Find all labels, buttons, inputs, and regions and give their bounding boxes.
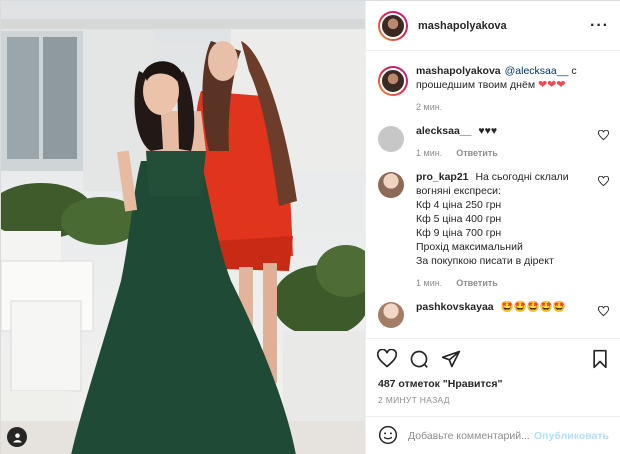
comment-text: 🤩🤩🤩🤩🤩	[500, 301, 566, 313]
caption-row: mashapolyakova @alecksaa__ с прошедшим тв…	[378, 64, 609, 114]
caption-avatar[interactable]	[378, 66, 408, 96]
share-paper-plane-icon[interactable]	[440, 348, 462, 370]
reply-button[interactable]: Ответить	[456, 276, 498, 290]
comment-time[interactable]: 1 мин.	[416, 146, 442, 160]
more-options-icon[interactable]: ···	[590, 17, 609, 35]
tagged-users-icon[interactable]	[7, 427, 27, 447]
reply-button[interactable]: Ответить	[456, 146, 498, 160]
author-avatar[interactable]	[378, 10, 408, 41]
like-heart-icon[interactable]	[376, 348, 398, 370]
add-comment-bar: Добавьте комментарий... Опубликовать	[366, 416, 620, 454]
caption-mention[interactable]: @alecksaa__	[505, 65, 569, 77]
comment-time[interactable]: 1 мин.	[416, 276, 442, 290]
caption-body: mashapolyakova @alecksaa__ с прошедшим тв…	[416, 64, 609, 114]
save-bookmark-icon[interactable]	[589, 348, 611, 370]
comment-username[interactable]: pro_kap21	[416, 171, 469, 183]
comment-text: На сьогодні склали вогняні експреси: Кф …	[416, 171, 569, 267]
like-comment-heart-icon[interactable]	[598, 306, 609, 317]
post-header: mashapolyakova ···	[366, 1, 620, 51]
photo-illustration	[1, 19, 365, 454]
post-timestamp[interactable]: 2 МИНУТ НАЗАД	[378, 395, 450, 405]
emoji-smiley-icon[interactable]	[378, 425, 398, 448]
caption-username[interactable]: mashapolyakova	[416, 65, 501, 77]
comment-row: pro_kap21 На сьогодні склали вогняні екс…	[378, 170, 609, 290]
comment-avatar[interactable]	[378, 302, 404, 328]
caption-time[interactable]: 2 мин.	[416, 100, 442, 114]
caption-emoji: ❤❤❤	[537, 79, 566, 91]
comments-list[interactable]: mashapolyakova @alecksaa__ с прошедшим тв…	[366, 52, 620, 338]
comment-username[interactable]: pashkovskayaa	[416, 301, 494, 313]
publish-button[interactable]: Опубликовать	[534, 430, 609, 442]
likes-count[interactable]: 487 отметок "Нравится"	[378, 378, 502, 390]
comment-avatar[interactable]	[378, 172, 404, 198]
instagram-post-modal: mashapolyakova ··· mashapolyakova @alecks…	[0, 0, 620, 454]
comment-row: alecksaa__ ♥♥♥ 1 мин. Ответить	[378, 124, 609, 160]
post-side-panel: mashapolyakova ··· mashapolyakova @alecks…	[365, 1, 620, 454]
comment-username[interactable]: alecksaa__	[416, 125, 471, 137]
comment-input[interactable]: Добавьте комментарий...	[408, 430, 534, 442]
like-comment-heart-icon[interactable]	[598, 176, 609, 187]
comment-bubble-icon[interactable]	[408, 348, 430, 370]
comment-avatar[interactable]	[378, 126, 404, 152]
like-comment-heart-icon[interactable]	[598, 130, 609, 141]
post-photo[interactable]	[1, 1, 365, 454]
comment-text: ♥♥♥	[478, 125, 498, 137]
comment-row: pashkovskayaa 🤩🤩🤩🤩🤩	[378, 300, 609, 328]
post-actions-bar	[366, 338, 620, 378]
author-username[interactable]: mashapolyakova	[418, 20, 507, 32]
